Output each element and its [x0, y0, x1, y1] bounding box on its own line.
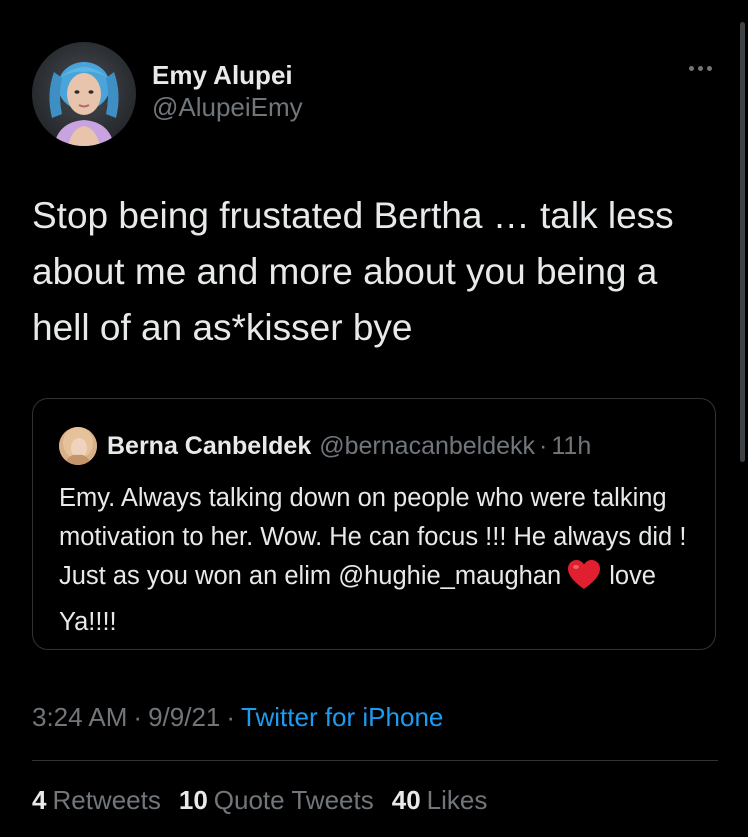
quoted-display-name: Berna Canbeldek [107, 431, 312, 460]
more-dot [689, 66, 694, 71]
tweet-text: Stop being frustated Bertha … talk less … [32, 195, 674, 348]
tweet-header: Emy Alupei @AlupeiEmy [32, 42, 718, 146]
meta-separator: · [226, 702, 236, 732]
tweet-time[interactable]: 3:24 AM [32, 702, 127, 732]
quoted-tweet-text: Emy. Always talking down on people who w… [59, 479, 699, 642]
red-heart-emoji [567, 559, 601, 603]
author-display-name[interactable]: Emy Alupei [152, 60, 303, 90]
tweet-date[interactable]: 9/9/21 [148, 702, 220, 732]
tweet-meta: 3:24 AM · 9/9/21 · Twitter for iPhone [32, 702, 443, 733]
retweets-stat[interactable]: 4 Retweets [32, 785, 161, 816]
likes-stat[interactable]: 40 Likes [392, 785, 488, 816]
author-avatar[interactable] [32, 42, 136, 146]
quoted-tweet-card[interactable]: Berna Canbeldek @bernacanbeldekk · 11h E… [32, 398, 716, 650]
author-names: Emy Alupei @AlupeiEmy [152, 60, 303, 124]
quotes-label: Quote Tweets [213, 785, 374, 815]
author-handle[interactable]: @AlupeiEmy [152, 90, 303, 124]
quoted-tweet-header: Berna Canbeldek @bernacanbeldekk · 11h [59, 427, 591, 465]
retweets-count: 4 [32, 785, 47, 815]
meta-separator: · [133, 702, 143, 732]
likes-count: 40 [391, 785, 421, 815]
more-dot [707, 66, 712, 71]
scrollbar[interactable] [740, 22, 745, 462]
quoted-separator: · [539, 431, 548, 460]
tweet-stats: 4 Retweets 10 Quote Tweets 40 Likes [32, 785, 487, 816]
divider [32, 760, 718, 761]
more-dot [698, 66, 703, 71]
likes-label: Likes [426, 785, 488, 815]
quotes-count: 10 [178, 785, 208, 815]
quoted-author-avatar [59, 427, 97, 465]
retweets-label: Retweets [52, 785, 161, 815]
quoted-handle: @bernacanbeldekk [319, 431, 536, 460]
more-horizontal-icon[interactable] [689, 66, 712, 71]
quoted-time: 11h [551, 431, 592, 460]
tweet-source-link[interactable]: Twitter for iPhone [241, 702, 443, 732]
quote-tweets-stat[interactable]: 10 Quote Tweets [179, 785, 374, 816]
